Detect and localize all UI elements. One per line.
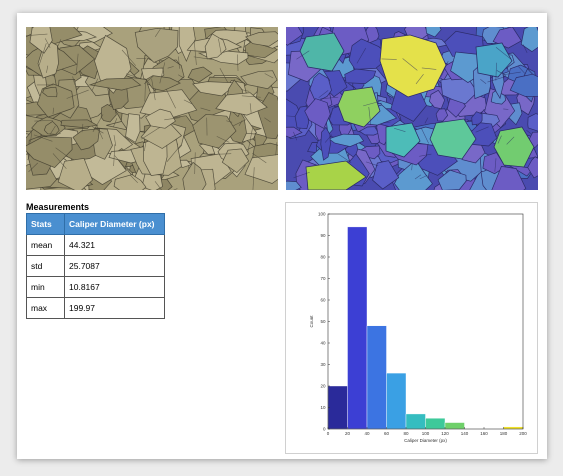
table-row: std 25.7087 [26, 255, 165, 277]
x-axis-label: Caliper Diameter (px) [404, 438, 447, 443]
stat-label: mean [26, 234, 65, 256]
x-tick-label: 60 [384, 431, 390, 436]
x-tick-label: 20 [345, 431, 351, 436]
microstructure-image [26, 27, 278, 190]
histogram-bar [386, 372, 407, 430]
measurements-table: Stats Caliper Diameter (px) mean 44.321 … [26, 213, 165, 319]
y-tick-label: 0 [323, 427, 326, 432]
histogram-panel: 0 20 40 60 80 100 120 140 160 180 200 0 10 20 30 40 50 60… [285, 202, 538, 454]
x-tick-label: 40 [364, 431, 370, 436]
y-tick-label: 10 [320, 405, 326, 410]
header-caliper-diameter: Caliper Diameter (px) [64, 213, 165, 235]
header-stats: Stats [26, 213, 65, 235]
y-tick-label: 30 [320, 362, 326, 367]
histogram-bar [366, 325, 387, 430]
segmented-grain-image [286, 27, 538, 190]
x-tick-label: 0 [327, 431, 330, 436]
stat-value: 25.7087 [64, 255, 165, 277]
histogram-bar [503, 426, 524, 430]
measurements-title: Measurements [26, 202, 90, 212]
x-tick-label: 140 [461, 431, 469, 436]
stat-value: 199.97 [64, 297, 165, 319]
y-tick-label: 50 [320, 319, 326, 324]
stat-value: 10.8167 [64, 276, 165, 298]
stat-label: std [26, 255, 65, 277]
x-tick-label: 100 [422, 431, 430, 436]
histogram-bar [327, 385, 348, 430]
y-tick-label: 100 [318, 212, 326, 217]
y-tick-label: 80 [320, 255, 326, 260]
x-tick-label: 180 [500, 431, 508, 436]
x-tick-label: 80 [403, 431, 409, 436]
histogram-bar [444, 422, 465, 430]
y-axis-label: Count [309, 315, 314, 328]
report-card: Measurements Stats Caliper Diameter (px)… [17, 13, 547, 459]
y-tick-label: 60 [320, 298, 326, 303]
table-row: min 10.8167 [26, 276, 165, 298]
histogram-bar [405, 413, 426, 430]
y-tick-label: 70 [320, 276, 326, 281]
stat-label: min [26, 276, 65, 298]
stat-label: max [26, 297, 65, 319]
y-tick-label: 20 [320, 384, 326, 389]
table-row: max 199.97 [26, 297, 165, 319]
x-tick-label: 160 [480, 431, 488, 436]
table-header-row: Stats Caliper Diameter (px) [26, 213, 165, 235]
histogram-bar [347, 226, 368, 430]
table-row: mean 44.321 [26, 234, 165, 256]
y-tick-label: 40 [320, 341, 326, 346]
stat-value: 44.321 [64, 234, 165, 256]
x-tick-label: 120 [441, 431, 449, 436]
y-tick-label: 90 [320, 233, 326, 238]
x-tick-label: 200 [519, 431, 527, 436]
histogram-bar [425, 418, 446, 430]
histogram-chart: 0 20 40 60 80 100 120 140 160 180 200 0 10 20 30 40 50 60… [309, 212, 527, 444]
